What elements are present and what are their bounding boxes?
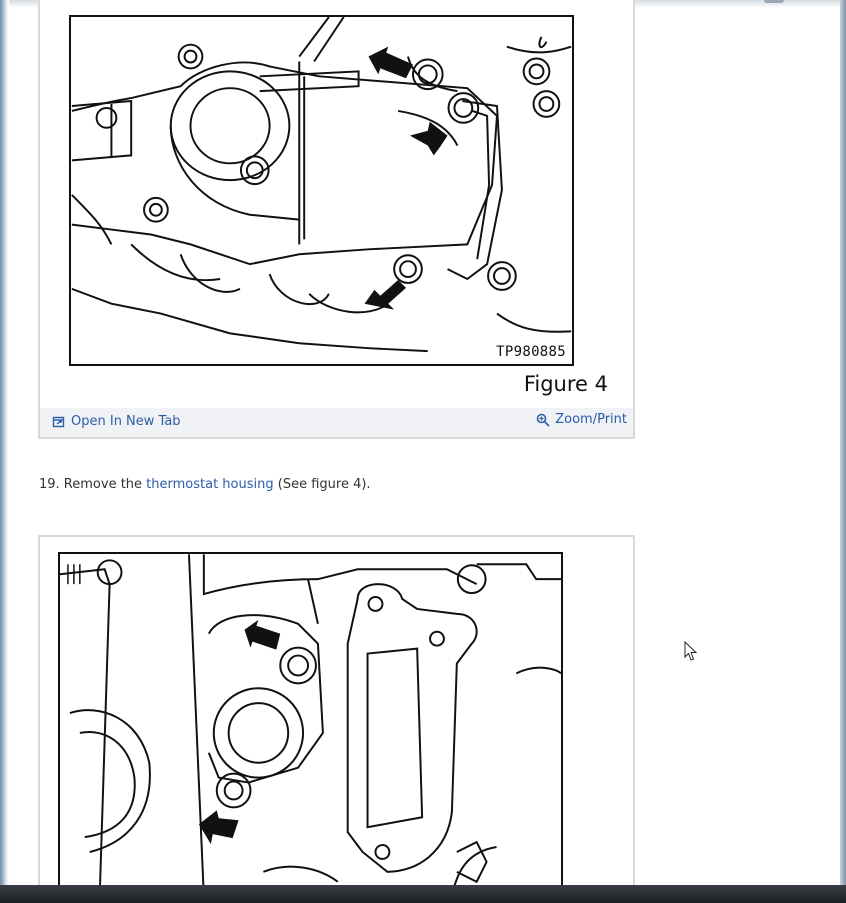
- open-in-new-tab-link[interactable]: Open In New Tab: [52, 414, 181, 429]
- figure-image-thermostat-housing: TP980885: [69, 15, 574, 366]
- figure-toolbar: Open In New Tab Zoom/Print: [40, 408, 633, 437]
- magnifier-icon: [536, 413, 550, 427]
- step-text-prefix: 19. Remove the: [39, 477, 147, 492]
- zoom-print-link[interactable]: Zoom/Print: [536, 412, 627, 427]
- mouse-cursor-icon: [684, 641, 698, 661]
- step-text-suffix: (See figure 4).: [273, 477, 371, 492]
- zoom-print-label: Zoom/Print: [555, 412, 627, 427]
- window-right-border: [840, 0, 846, 885]
- figure-card-4: TP980885 Figure 4 Open In New Tab Zoom/P…: [38, 0, 635, 439]
- figure-id-label: TP980885: [496, 344, 566, 360]
- figure-5-drawing: [60, 554, 561, 897]
- figure-image-next: [58, 552, 563, 897]
- figure-4-drawing: [71, 17, 572, 353]
- open-in-new-tab-label: Open In New Tab: [71, 414, 181, 429]
- open-new-tab-icon: [52, 415, 66, 429]
- thermostat-housing-link[interactable]: thermostat housing: [146, 477, 273, 492]
- step-19-text: 19. Remove the thermostat housing (See f…: [39, 477, 371, 492]
- taskbar: [0, 885, 846, 903]
- window-left-border: [0, 0, 9, 885]
- figure-card-5: [38, 535, 635, 897]
- figure-caption: Figure 4: [523, 372, 608, 396]
